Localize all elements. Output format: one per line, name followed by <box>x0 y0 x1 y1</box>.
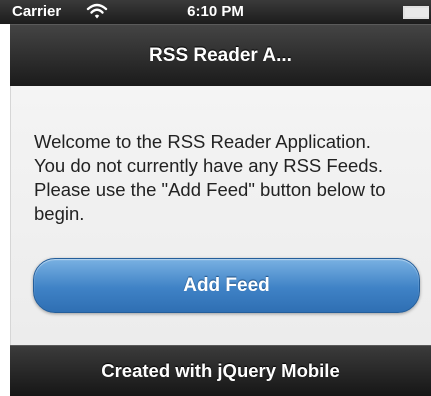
page-footer: Created with jQuery Mobile <box>10 345 431 396</box>
clock-time: 6:10 PM <box>187 3 244 20</box>
status-bar: Carrier 6:10 PM <box>0 0 431 24</box>
add-feed-label: Add Feed <box>183 274 270 296</box>
welcome-message: Welcome to the RSS Reader Application. Y… <box>34 131 386 224</box>
main-content: Welcome to the RSS Reader Application. Y… <box>10 86 431 345</box>
add-feed-button[interactable]: Add Feed <box>33 258 420 313</box>
battery-icon <box>403 6 429 19</box>
page-title: RSS Reader A... <box>149 44 292 66</box>
page-header: RSS Reader A... <box>10 24 431 86</box>
footer-text: Created with jQuery Mobile <box>101 360 340 381</box>
